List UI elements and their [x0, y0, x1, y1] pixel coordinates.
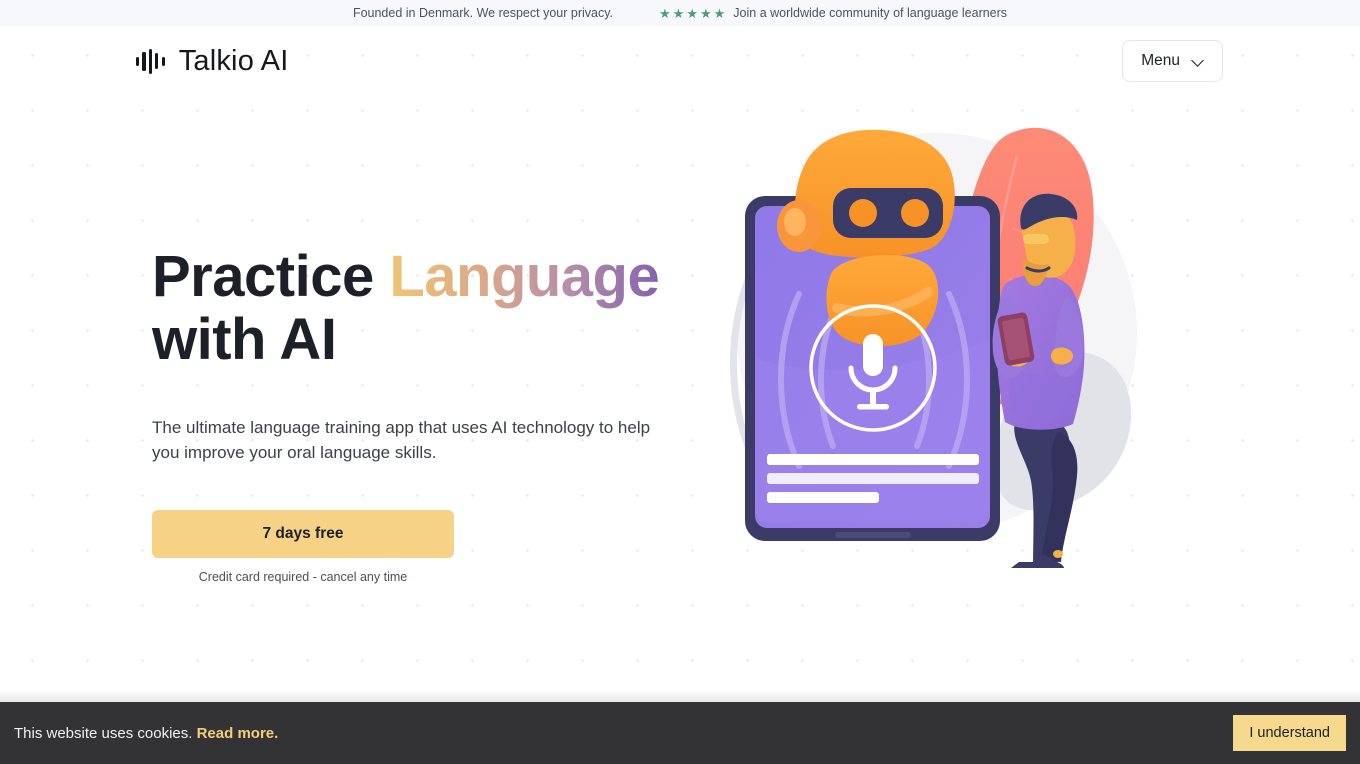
site-header: Talkio AI Menu [0, 26, 1360, 96]
free-trial-button[interactable]: 7 days free [152, 509, 454, 558]
ai-language-tablet-illustration [730, 127, 1137, 568]
trial-disclaimer: Credit card required - cancel any time [198, 569, 408, 584]
headline-tail: with AI [152, 306, 337, 372]
section-divider [0, 690, 1360, 702]
waveform-icon [136, 48, 165, 74]
page-title: Practice Language with AI [152, 244, 712, 372]
menu-button-label: Menu [1141, 52, 1180, 69]
cookie-message: This website uses cookies. Read more. [14, 725, 278, 742]
hero-copy: Practice Language with AI The ultimate l… [152, 96, 712, 690]
star-icon: ★ [686, 5, 698, 21]
hero-description: The ultimate language training app that … [152, 418, 651, 462]
headline-highlight: Language [389, 244, 660, 309]
star-icon: ★ [713, 5, 726, 21]
announcement-left-text: Founded in Denmark. We respect your priv… [352, 6, 614, 20]
cookie-read-more-link[interactable]: Read more. [197, 725, 279, 742]
announcement-bar: Founded in Denmark. We respect your priv… [0, 0, 1360, 26]
star-icon: ★ [659, 5, 671, 21]
announcement-right-text: Join a worldwide community of language l… [733, 6, 1008, 20]
cookie-message-text: This website uses cookies. [14, 724, 193, 742]
community-rating: ★ ★ ★ ★ ★ Join a worldwide community of … [659, 6, 1007, 20]
star-icon: ★ [699, 5, 712, 21]
hero-section: Practice Language with AI The ultimate l… [0, 96, 1360, 690]
cookie-consent-bar: This website uses cookies. Read more. I … [0, 702, 1360, 764]
chevron-down-icon [1192, 55, 1204, 67]
menu-button[interactable]: Menu [1122, 40, 1223, 82]
brand-logo[interactable]: Talkio AI [136, 45, 289, 78]
star-icon: ★ [672, 5, 685, 21]
cookie-accept-button[interactable]: I understand [1233, 715, 1346, 751]
headline-lead: Practice [152, 244, 390, 309]
star-rating: ★ ★ ★ ★ ★ [659, 7, 725, 20]
hero-illustration [712, 96, 1360, 690]
brand-name: Talkio AI [178, 44, 289, 77]
